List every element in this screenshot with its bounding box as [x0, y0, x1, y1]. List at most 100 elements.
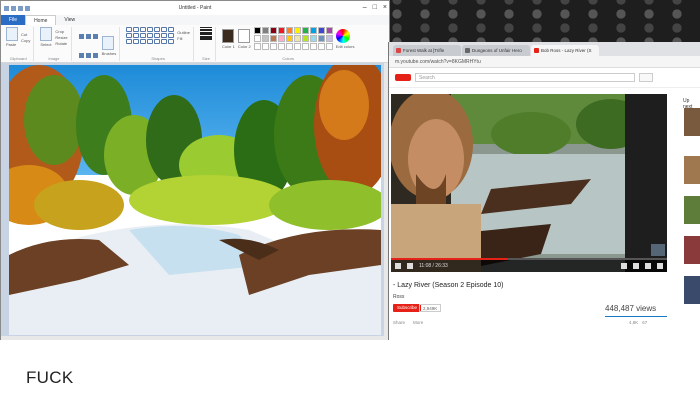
painting-canvas[interactable]: [9, 65, 381, 335]
palette-swatch[interactable]: [309, 35, 317, 42]
tab-view[interactable]: View: [56, 15, 83, 25]
eraser-icon[interactable]: [78, 53, 84, 58]
palette-swatch[interactable]: [253, 35, 261, 42]
paint-window: Untitled - Paint – □ × File Home View Pa…: [0, 0, 390, 340]
palette-swatch[interactable]: [317, 43, 325, 50]
search-button[interactable]: [639, 73, 653, 82]
horizontal-scrollbar[interactable]: [1, 336, 389, 340]
more-button[interactable]: More: [413, 320, 423, 325]
window-title: Untitled - Paint: [178, 5, 212, 11]
view-count: 448,487 views: [605, 304, 657, 313]
url-text[interactable]: m.youtube.com/watch?v=8KGMRHYtu: [395, 59, 481, 65]
color2-swatch[interactable]: [237, 28, 250, 43]
cut-button[interactable]: Cut: [21, 32, 30, 37]
player-controls: 11:08 / 26:33: [391, 260, 667, 272]
theater-icon[interactable]: [645, 263, 651, 269]
image-group: Select Crop Resize Rotate Image: [37, 27, 72, 61]
outline-button[interactable]: Outline: [177, 30, 190, 35]
youtube-logo[interactable]: [395, 74, 411, 81]
palette-swatch[interactable]: [301, 27, 309, 34]
close-icon[interactable]: ×: [383, 4, 387, 11]
color-palette: [253, 27, 333, 50]
brushes-button[interactable]: [101, 35, 114, 50]
palette-swatch[interactable]: [301, 43, 309, 50]
palette-swatch[interactable]: [285, 43, 293, 50]
related-video-thumbnail[interactable]: [684, 276, 700, 304]
palette-swatch[interactable]: [325, 27, 333, 34]
fill-button[interactable]: Fill: [177, 36, 190, 41]
paste-button[interactable]: [6, 27, 18, 41]
copy-button[interactable]: Copy: [21, 38, 30, 43]
palette-swatch[interactable]: [269, 43, 277, 50]
tab-home[interactable]: Home: [25, 15, 57, 25]
palette-swatch[interactable]: [269, 35, 277, 42]
related-video-thumbnail[interactable]: [684, 156, 700, 184]
shapes-group: Outline Fill Shapes: [123, 27, 194, 61]
palette-swatch[interactable]: [317, 27, 325, 34]
settings-icon[interactable]: [633, 263, 639, 269]
palette-swatch[interactable]: [261, 43, 269, 50]
dislike-button[interactable]: 67: [642, 320, 647, 325]
edit-colors-button[interactable]: [335, 28, 350, 43]
palette-swatch[interactable]: [285, 35, 293, 42]
paint-workspace: [1, 63, 389, 340]
crop-button[interactable]: Crop: [55, 29, 67, 34]
rotate-button[interactable]: Rotate: [55, 41, 67, 46]
channel-name[interactable]: Ross: [393, 294, 404, 300]
color1-swatch[interactable]: [221, 28, 234, 43]
address-bar[interactable]: m.youtube.com/watch?v=8KGMRHYtu: [389, 56, 700, 68]
minimize-icon[interactable]: –: [363, 4, 367, 11]
browser-tab[interactable]: Forest Walk at [Trifle: [393, 45, 461, 56]
tab-file[interactable]: File: [1, 15, 26, 25]
palette-swatch[interactable]: [269, 27, 277, 34]
palette-swatch[interactable]: [325, 43, 333, 50]
text-icon[interactable]: [92, 34, 98, 39]
palette-swatch[interactable]: [309, 27, 317, 34]
palette-swatch[interactable]: [293, 43, 301, 50]
browser-tab[interactable]: Dungeons of Unfair Hero: [462, 45, 530, 56]
like-ratio-bar: [605, 316, 667, 317]
palette-swatch[interactable]: [325, 35, 333, 42]
select-button[interactable]: [40, 27, 53, 41]
palette-swatch[interactable]: [261, 27, 269, 34]
screenshot: Untitled - Paint – □ × File Home View Pa…: [0, 0, 700, 340]
like-button[interactable]: 4,8K: [629, 320, 638, 325]
related-video-thumbnail[interactable]: [684, 108, 700, 136]
maximize-icon[interactable]: □: [373, 4, 377, 11]
related-video-thumbnail[interactable]: [684, 196, 700, 224]
palette-swatch[interactable]: [293, 35, 301, 42]
palette-swatch[interactable]: [309, 43, 317, 50]
colors-group: Color 1 Color 2 Edit colors Colors: [219, 27, 358, 61]
palette-swatch[interactable]: [277, 35, 285, 42]
fill-icon[interactable]: [85, 34, 91, 39]
youtube-favicon-icon: [534, 48, 539, 53]
pencil-icon[interactable]: [78, 34, 84, 39]
subscribe-button[interactable]: Subscribe: [393, 304, 422, 312]
size-button[interactable]: [199, 27, 212, 40]
browser-tab-active[interactable]: Bob Ross - Lazy River (S: [531, 45, 599, 56]
palette-swatch[interactable]: [277, 27, 285, 34]
video-player[interactable]: 11:08 / 26:33: [391, 94, 667, 272]
captions-icon[interactable]: [621, 263, 627, 269]
size-group: Size: [197, 27, 216, 61]
palette-swatch[interactable]: [317, 35, 325, 42]
video-frame: [391, 94, 667, 272]
palette-swatch[interactable]: [293, 27, 301, 34]
share-button[interactable]: Share: [393, 320, 405, 325]
palette-swatch[interactable]: [253, 27, 261, 34]
resize-button[interactable]: Resize: [55, 35, 67, 40]
fullscreen-icon[interactable]: [657, 263, 663, 269]
palette-swatch[interactable]: [261, 35, 269, 42]
search-input[interactable]: Search: [415, 73, 635, 82]
desktop-background: [390, 0, 700, 42]
palette-swatch[interactable]: [277, 43, 285, 50]
palette-swatch[interactable]: [301, 35, 309, 42]
shapes-gallery[interactable]: [126, 27, 175, 44]
palette-swatch[interactable]: [285, 27, 293, 34]
related-video-thumbnail[interactable]: [684, 236, 700, 264]
palette-swatch[interactable]: [253, 43, 261, 50]
color-picker-icon[interactable]: [85, 53, 91, 58]
play-icon[interactable]: [395, 263, 401, 269]
volume-icon[interactable]: [407, 263, 413, 269]
magnifier-icon[interactable]: [92, 53, 98, 58]
